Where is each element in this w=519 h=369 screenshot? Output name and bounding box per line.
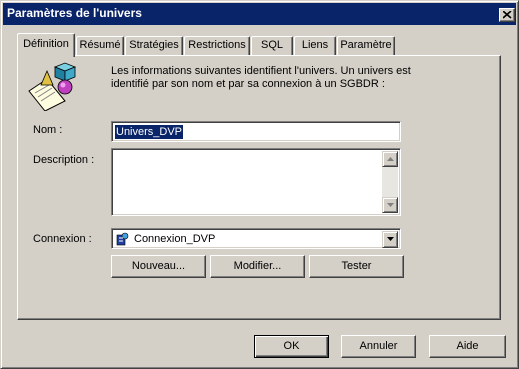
cancel-button[interactable]: Annuler <box>341 335 416 358</box>
universe-name-input[interactable]: Univers_DVP <box>111 121 401 142</box>
database-connection-icon <box>116 232 129 246</box>
connection-label: Connexion : <box>33 233 92 245</box>
scroll-up-button[interactable] <box>382 151 398 167</box>
universe-name-value: Univers_DVP <box>115 125 184 139</box>
close-button[interactable] <box>499 8 515 22</box>
connection-dropdown-button[interactable] <box>382 231 398 248</box>
new-connection-button[interactable]: Nouveau... <box>111 255 206 278</box>
universe-icon <box>28 62 77 111</box>
ok-button[interactable]: OK <box>254 335 329 358</box>
description-textarea[interactable] <box>111 148 401 216</box>
tab-liens[interactable]: Liens <box>294 36 336 55</box>
scroll-down-button[interactable] <box>382 197 398 213</box>
arrow-up-icon <box>387 157 394 161</box>
test-connection-button[interactable]: Tester <box>309 255 404 278</box>
help-button[interactable]: Aide <box>429 335 506 358</box>
tab-parametre[interactable]: Paramètre <box>337 36 395 55</box>
title-bar[interactable]: Paramètres de l'univers <box>3 3 516 25</box>
dialog-window: Paramètres de l'univers Définition Résum… <box>0 0 519 369</box>
connection-value: Connexion_DVP <box>134 233 216 245</box>
modify-connection-button[interactable]: Modifier... <box>210 255 305 278</box>
arrow-down-icon <box>387 203 394 207</box>
intro-text: Les informations suivantes identifient l… <box>111 65 411 90</box>
tab-sql[interactable]: SQL <box>251 36 293 55</box>
tab-definition[interactable]: Définition <box>17 33 75 57</box>
name-label: Nom : <box>33 124 63 136</box>
tab-restrictions[interactable]: Restrictions <box>184 36 250 55</box>
description-scrollbar[interactable] <box>382 151 398 213</box>
description-label: Description : <box>33 154 95 166</box>
connection-select[interactable]: Connexion_DVP <box>111 228 401 249</box>
tab-resume[interactable]: Résumé <box>76 36 124 55</box>
close-icon <box>503 11 512 19</box>
tab-strategies[interactable]: Stratégies <box>125 36 183 55</box>
window-title: Paramètres de l'univers <box>7 6 142 20</box>
chevron-down-icon <box>387 237 394 241</box>
